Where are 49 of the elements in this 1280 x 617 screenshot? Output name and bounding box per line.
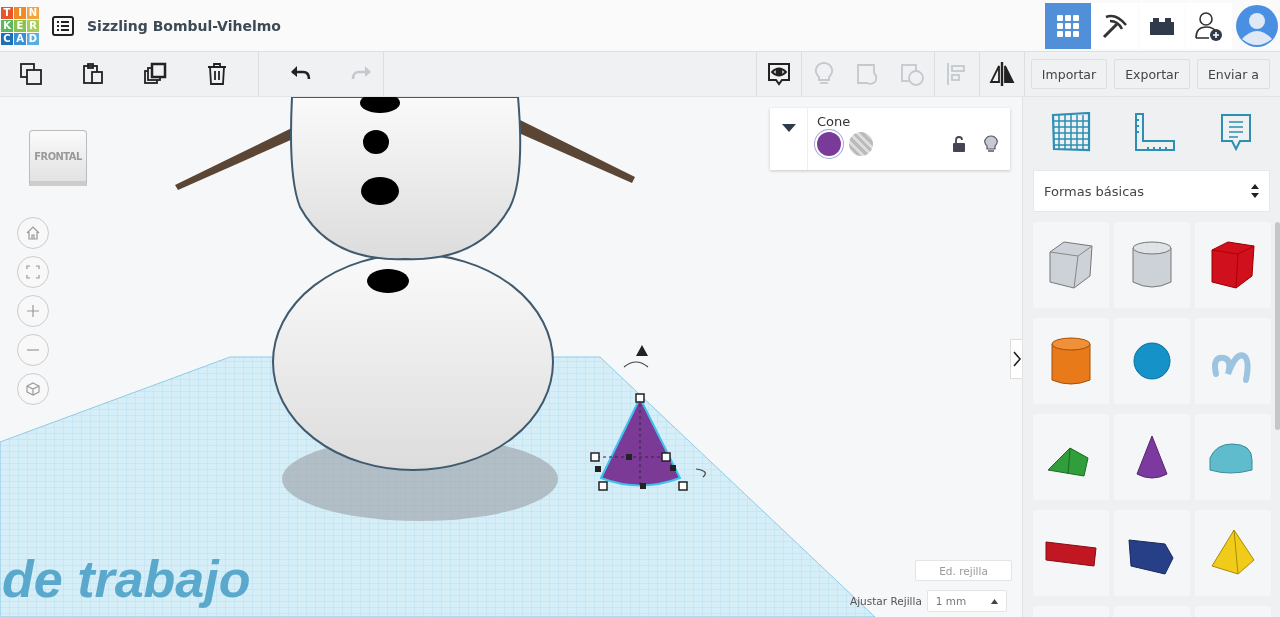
shape-name: Cone [817,114,852,129]
shape-tile[interactable] [1114,510,1190,596]
shape-tile[interactable] [1195,510,1271,596]
home-icon [26,226,40,240]
grid-icon [1056,13,1080,38]
shape-tile[interactable] [1033,318,1109,404]
ruler-icon[interactable] [1134,112,1177,152]
action-button[interactable]: Importar [1030,59,1108,89]
caret-up-icon [990,598,998,604]
shape-tile[interactable] [1033,414,1109,500]
fit-view-icon [26,265,40,279]
pickaxe-view-button[interactable] [1092,2,1138,49]
panel-toggle-icon[interactable] [1010,339,1022,379]
lightbulb-icon[interactable] [984,135,998,153]
perspective-button[interactable] [17,373,49,405]
shape-category-select[interactable]: Formas básicas [1033,170,1270,212]
zoom-out-button[interactable] [17,334,49,366]
tinkercad-logo[interactable]: T I N K E R C A D [1,6,39,45]
shape-tile[interactable] [1114,318,1190,404]
bricks-view-button[interactable] [1139,2,1185,49]
snap-grid-label: Ajustar Rejilla [850,595,922,607]
shape-tile[interactable] [1195,318,1271,404]
zoom-in-icon [26,304,40,318]
collapse-caret-icon[interactable] [770,108,808,170]
zoom-in-button[interactable] [17,295,49,327]
shape-tile[interactable] [1033,510,1109,596]
design-list-icon[interactable] [52,15,74,36]
snap-grid-select[interactable]: 1 mm [926,590,1007,612]
design-title[interactable]: Sizzling Bombul-Vihelmo [87,17,281,34]
shape-tile[interactable] [1033,222,1109,308]
shape-tile[interactable] [1114,222,1190,308]
shape-tile[interactable] [1195,222,1271,308]
workplane-label: de trabajo [2,550,251,608]
hole-swatch[interactable] [849,132,873,156]
add-user-icon[interactable] [1186,2,1232,49]
workplane-grid-icon[interactable] [1050,112,1091,152]
action-button[interactable]: Enviar a [1196,59,1270,89]
action-button[interactable]: Exportar [1114,59,1190,89]
fit-view-button[interactable] [17,256,49,288]
text-shape-icon [1044,539,1098,567]
solid-color-swatch[interactable] [817,132,841,156]
shape-tile[interactable] [1195,414,1271,500]
lock-icon[interactable] [952,136,966,152]
up-down-caret-icon [1251,184,1259,198]
home-view-button[interactable] [17,217,49,249]
cube-icon [26,382,40,396]
shape-tile[interactable] [1114,414,1190,500]
scrollbar[interactable] [1275,222,1280,430]
bricks-icon [1149,15,1175,36]
